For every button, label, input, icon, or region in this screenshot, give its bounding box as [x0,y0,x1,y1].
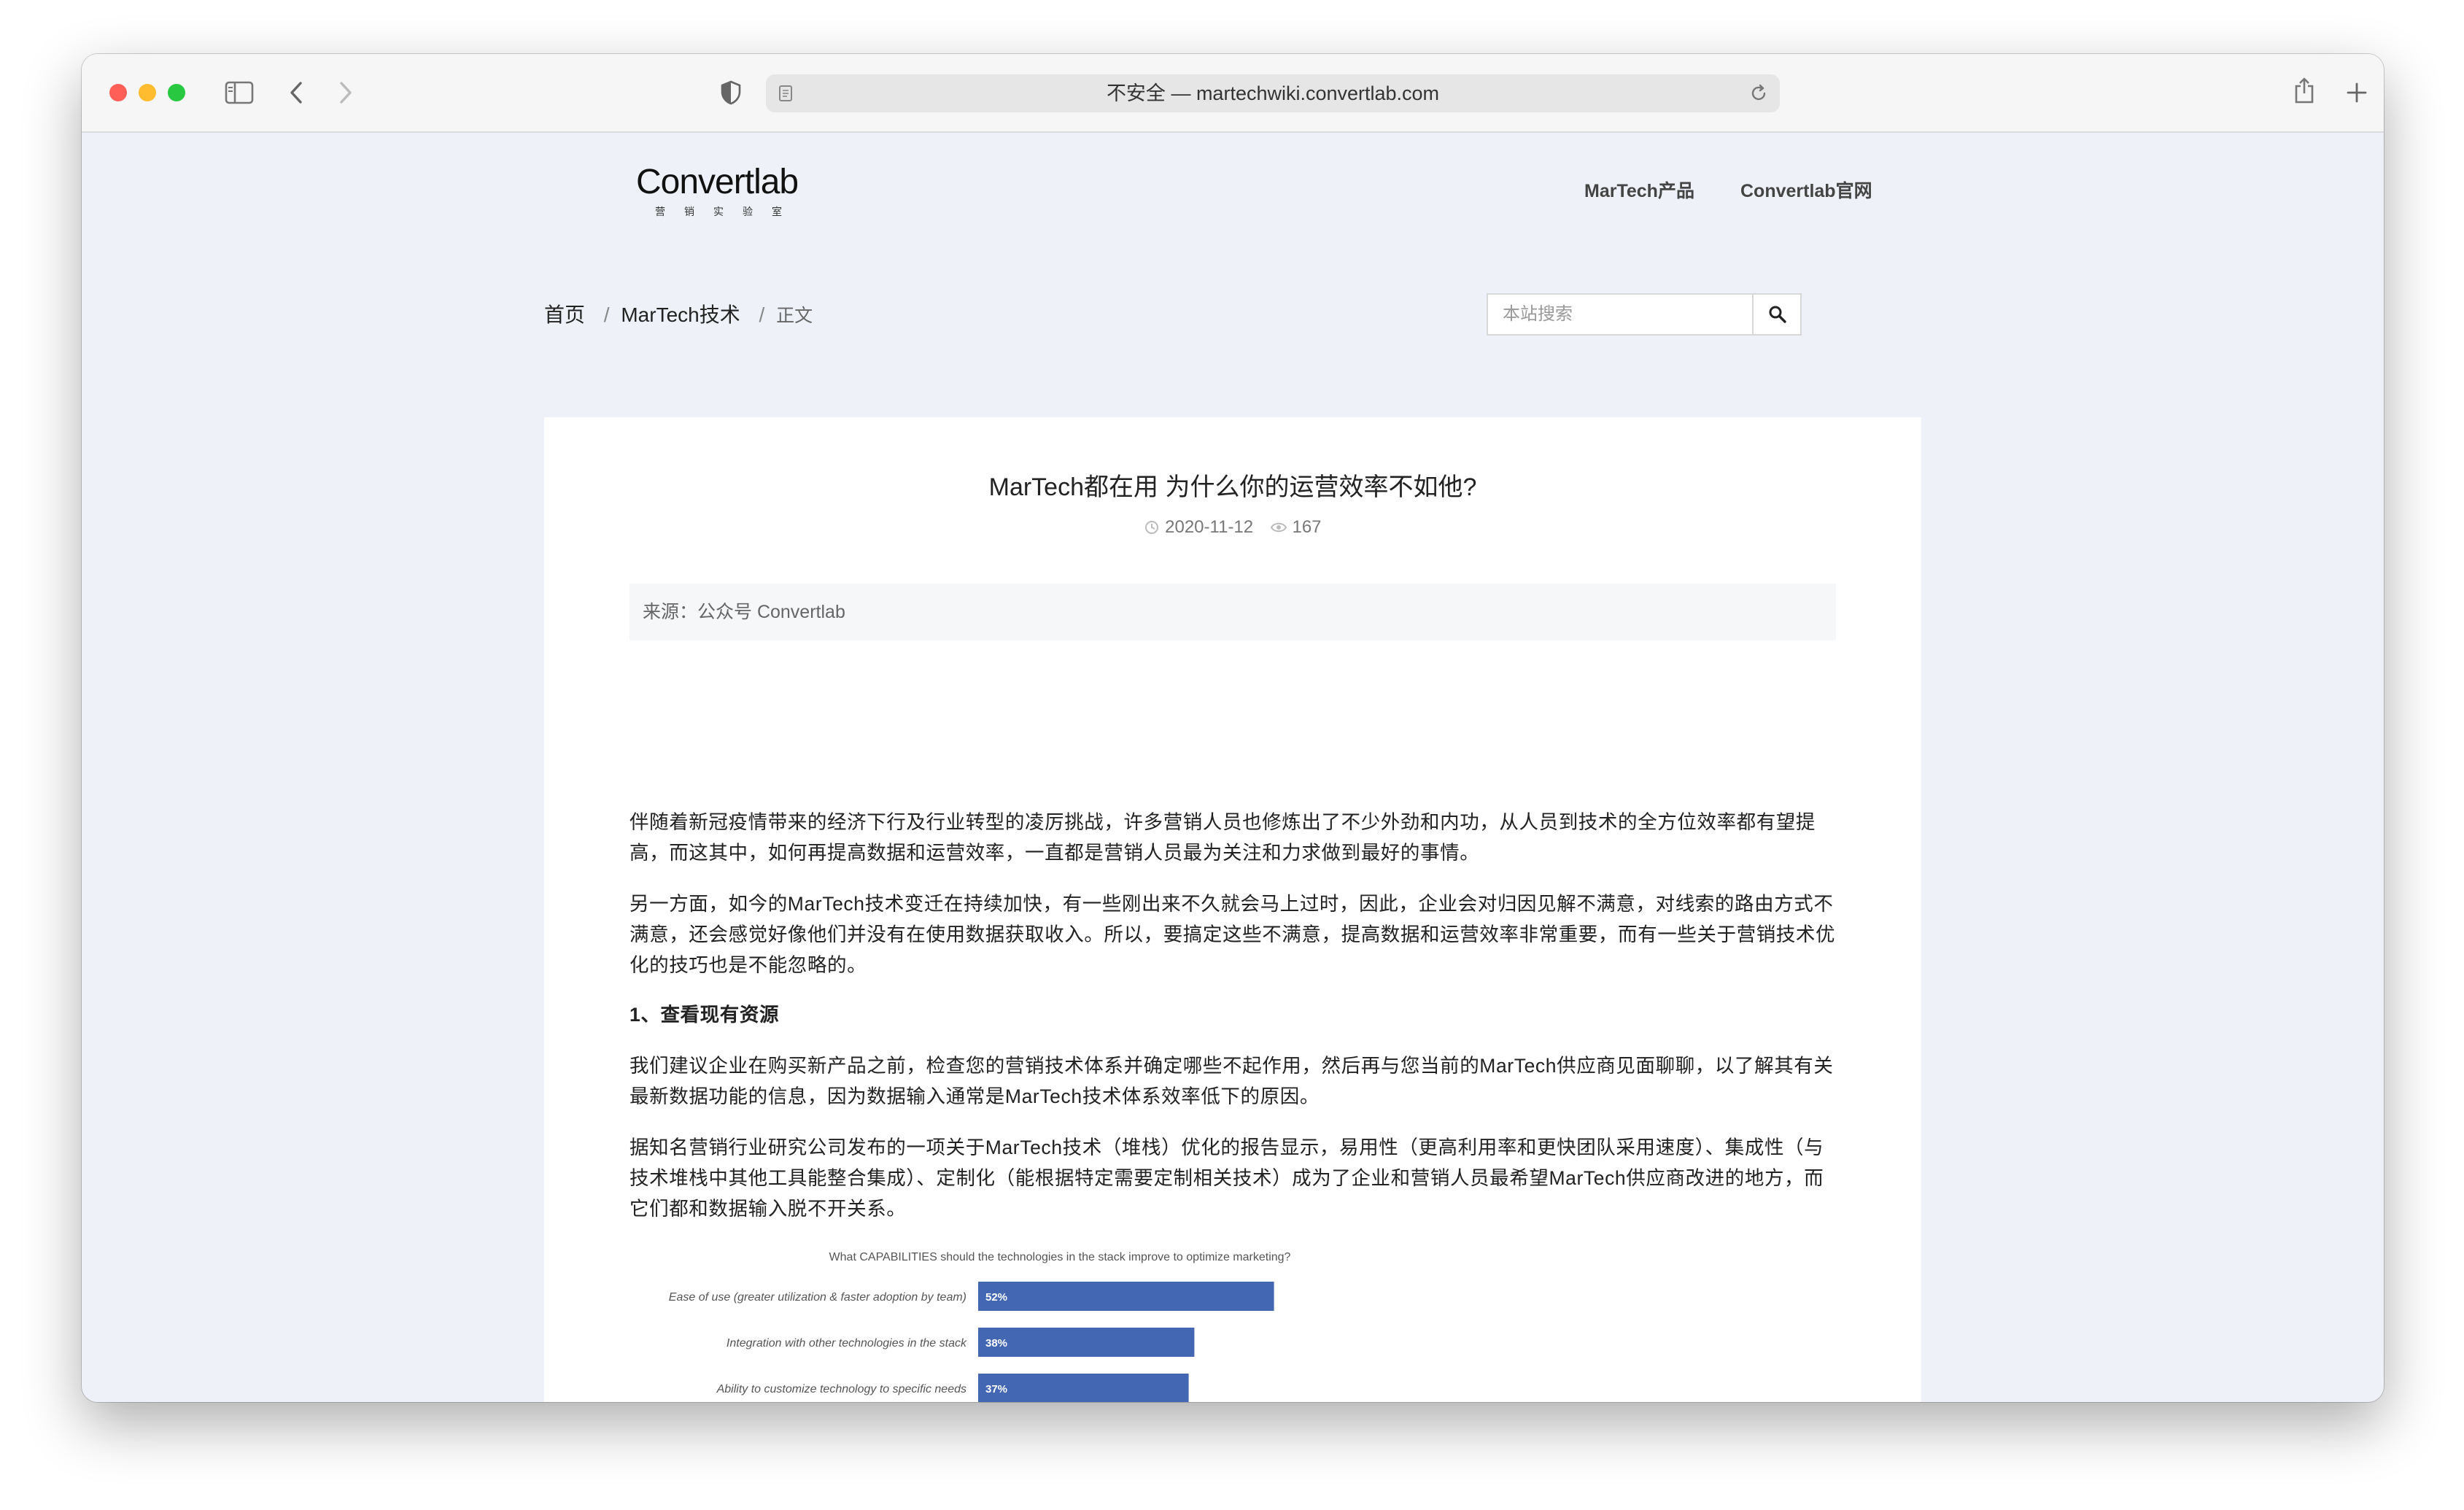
site-logo[interactable]: Convertlab 营销实验室 [636,162,811,220]
logo-wordmark: Convertlab [636,163,799,201]
close-window-button[interactable] [109,84,127,101]
search-button[interactable] [1752,293,1802,336]
chart-value-label: 52% [985,1291,1007,1304]
breadcrumb: 首页 / MarTech技术 / 正文 [544,299,813,328]
minimize-window-button[interactable] [139,84,156,101]
chart-value-label: 37% [985,1383,1007,1395]
share-icon[interactable] [2293,76,2315,105]
logo-subtitle: 营销实验室 [655,206,801,217]
chart-bar [978,1282,1274,1311]
search-input[interactable]: 本站搜索 [1487,293,1754,336]
chart-category-label: Ability to customize technology to speci… [716,1383,966,1395]
url-text: 不安全 — martechwiki.convertlab.com [1106,82,1440,104]
chart-value-label: 38% [985,1337,1007,1350]
breadcrumb-category[interactable]: MarTech技术 [621,303,740,326]
paragraph: 另一方面，如今的MarTech技术变迁在持续加快，有一些刚出来不久就会马上过时，… [629,893,1836,976]
new-tab-icon[interactable] [2346,82,2368,104]
chart-category-label: Integration with other technologies in t… [727,1337,967,1350]
paragraph: 我们建议企业在购买新产品之前，检查您的营销技术体系并确定哪些不起作用，然后再与您… [629,1055,1834,1107]
article-card: MarTech都在用 为什么你的运营效率不如他? 2020-11-12 167 … [544,417,1921,1402]
chart-bar [978,1328,1195,1357]
breadcrumb-home[interactable]: 首页 [544,303,585,326]
web-page: Convertlab 营销实验室 MarTech产品 Convertlab官网 … [82,133,2384,1402]
reload-icon[interactable] [1749,84,1768,103]
zoom-window-button[interactable] [168,84,185,101]
browser-window: 不安全 — martechwiki.convertlab.com Convert… [82,54,2384,1402]
clock-icon [1145,520,1159,534]
article-views: 167 [1292,516,1322,537]
chart-bar [978,1374,1189,1402]
chart-category-label: Ease of use (greater utilization & faste… [669,1291,966,1304]
paragraph: 据知名营销行业研究公司发布的一项关于MarTech技术（堆栈）优化的报告显示，易… [629,1137,1824,1220]
source-text: 来源：公众号 Convertlab [643,602,845,622]
section-heading: 1、查看现有资源 [629,1004,780,1026]
article-date: 2020-11-12 [1165,516,1254,537]
sidebar-icon[interactable] [225,80,254,105]
privacy-shield-icon[interactable] [721,80,741,105]
nav-link-convertlab-site[interactable]: Convertlab官网 [1740,177,1872,203]
search-icon [1769,306,1786,323]
breadcrumb-current: 正文 [776,306,813,326]
address-bar[interactable]: 不安全 — martechwiki.convertlab.com [766,74,1780,112]
paragraph: 伴随着新冠疫情带来的经济下行及行业转型的凌厉挑战，许多营销人员也修炼出了不少外劲… [629,811,1816,864]
breadcrumb-separator: / [603,303,610,326]
nav-link-martech-products[interactable]: MarTech产品 [1584,177,1694,203]
capabilities-bar-chart: What CAPABILITIES should the technologie… [669,1251,1291,1402]
breadcrumb-separator: / [759,303,765,326]
article-meta: 2020-11-12 167 [544,516,1921,538]
source-box: 来源：公众号 Convertlab [629,584,1836,640]
forward-icon[interactable] [337,80,355,105]
back-icon[interactable] [287,80,305,105]
browser-toolbar: 不安全 — martechwiki.convertlab.com [82,54,2384,133]
article-title: MarTech都在用 为什么你的运营效率不如他? [988,473,1477,501]
eye-icon [1270,522,1287,532]
chart-title: What CAPABILITIES should the technologie… [829,1251,1291,1263]
